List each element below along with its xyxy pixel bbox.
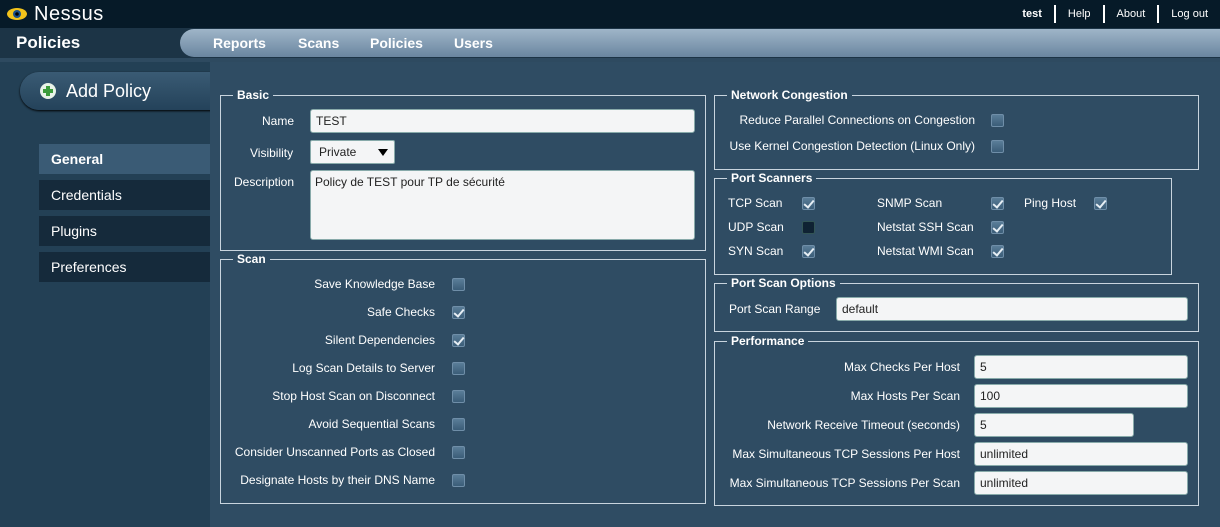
- sidebar-item-preferences[interactable]: Preferences: [39, 252, 210, 282]
- max-tcp-host-label: Max Simultaneous TCP Sessions Per Host: [732, 447, 960, 461]
- sidebar-item-credentials[interactable]: Credentials: [39, 180, 210, 210]
- sidebar-item-plugins[interactable]: Plugins: [39, 216, 210, 246]
- visibility-label: Visibility: [250, 146, 294, 160]
- performance-legend: Performance: [731, 334, 805, 348]
- tcp-scan-checkbox[interactable]: [802, 197, 815, 210]
- network-congestion-legend: Network Congestion: [731, 88, 848, 102]
- port-scan-options-legend: Port Scan Options: [731, 276, 836, 290]
- left-panel: [0, 62, 210, 527]
- section-title: Policies: [16, 33, 81, 52]
- main-content: Basic Name Visibility Private Descriptio…: [210, 62, 1220, 527]
- syn-scan-checkbox[interactable]: [802, 245, 815, 258]
- max-hosts-input[interactable]: [974, 384, 1188, 408]
- ping-host-checkbox[interactable]: [1094, 197, 1107, 210]
- name-input[interactable]: [310, 109, 695, 133]
- safe-checks-label: Safe Checks: [366, 305, 435, 319]
- reduce-parallel-label: Reduce Parallel Connections on Congestio…: [739, 113, 975, 127]
- log-scan-details-label: Log Scan Details to Server: [292, 361, 435, 375]
- network-congestion-section: Network Congestion: [714, 88, 1199, 170]
- name-label: Name: [262, 114, 295, 128]
- netstat-wmi-label: Netstat WMI Scan: [877, 244, 974, 258]
- nav-item-scans[interactable]: Scans: [298, 29, 339, 57]
- sidebar-item-general[interactable]: General: [39, 144, 210, 174]
- syn-scan-label: SYN Scan: [728, 244, 784, 258]
- top-links: test Help About Log out: [1010, 0, 1220, 28]
- max-checks-input[interactable]: [974, 355, 1188, 379]
- silent-dependencies-label: Silent Dependencies: [324, 333, 435, 347]
- save-knowledge-base-label: Save Knowledge Base: [314, 277, 435, 291]
- avoid-sequential-scans-checkbox[interactable]: [452, 418, 465, 431]
- max-tcp-host-input[interactable]: [974, 442, 1188, 466]
- save-knowledge-base-checkbox[interactable]: [452, 278, 465, 291]
- designate-hosts-dns-checkbox[interactable]: [452, 474, 465, 487]
- network-timeout-label: Network Receive Timeout (seconds): [767, 418, 960, 432]
- nessus-logo[interactable]: Nessus: [6, 3, 104, 25]
- description-label: Description: [234, 175, 295, 189]
- nav-bar: Policies Reports Scans Policies Users: [0, 28, 1220, 58]
- netstat-ssh-checkbox[interactable]: [991, 221, 1004, 234]
- logout-link[interactable]: Log out: [1157, 5, 1220, 23]
- snmp-scan-checkbox[interactable]: [991, 197, 1004, 210]
- snmp-scan-label: SNMP Scan: [877, 196, 943, 210]
- visibility-value: Private: [319, 145, 357, 159]
- network-timeout-input[interactable]: [974, 413, 1134, 437]
- udp-scan-checkbox[interactable]: [802, 221, 815, 234]
- consider-unscanned-ports-checkbox[interactable]: [452, 446, 465, 459]
- user-link[interactable]: test: [1010, 5, 1054, 23]
- add-policy-title: Add Policy: [66, 81, 152, 101]
- about-link[interactable]: About: [1102, 5, 1158, 23]
- avoid-sequential-scans-label: Avoid Sequential Scans: [308, 417, 435, 431]
- eye-icon: [7, 8, 27, 20]
- description-textarea[interactable]: Policy de TEST pour TP de sécurité: [310, 170, 695, 240]
- nav-item-users[interactable]: Users: [454, 29, 493, 57]
- netstat-wmi-checkbox[interactable]: [991, 245, 1004, 258]
- add-policy-header: Add Policy: [20, 72, 220, 110]
- main-nav: Reports Scans Policies Users: [180, 29, 1220, 57]
- add-circle-icon: [40, 83, 56, 99]
- nav-item-reports[interactable]: Reports: [213, 29, 266, 57]
- port-scanners-legend: Port Scanners: [731, 171, 813, 185]
- stop-host-scan-checkbox[interactable]: [452, 390, 465, 403]
- max-tcp-scan-label: Max Simultaneous TCP Sessions Per Scan: [729, 476, 960, 490]
- ping-host-label: Ping Host: [1024, 196, 1077, 210]
- silent-dependencies-checkbox[interactable]: [452, 334, 465, 347]
- tcp-scan-label: TCP Scan: [728, 196, 783, 210]
- help-link[interactable]: Help: [1053, 5, 1103, 23]
- designate-hosts-dns-label: Designate Hosts by their DNS Name: [240, 473, 435, 487]
- max-hosts-label: Max Hosts Per Scan: [850, 389, 960, 403]
- stop-host-scan-label: Stop Host Scan on Disconnect: [272, 389, 435, 403]
- nav-item-policies[interactable]: Policies: [370, 29, 423, 57]
- port-scan-range-label: Port Scan Range: [729, 302, 821, 316]
- top-bar: Nessus test Help About Log out: [0, 0, 1220, 28]
- udp-scan-label: UDP Scan: [728, 220, 784, 234]
- netstat-ssh-label: Netstat SSH Scan: [877, 220, 974, 234]
- log-scan-details-checkbox[interactable]: [452, 362, 465, 375]
- basic-legend: Basic: [237, 88, 270, 102]
- max-tcp-scan-input[interactable]: [974, 471, 1188, 495]
- max-checks-label: Max Checks Per Host: [843, 360, 960, 374]
- consider-unscanned-ports-label: Consider Unscanned Ports as Closed: [234, 445, 435, 459]
- safe-checks-checkbox[interactable]: [452, 306, 465, 319]
- dropdown-arrow-icon: [378, 149, 388, 156]
- port-scan-range-input[interactable]: [836, 297, 1188, 321]
- scan-legend: Scan: [237, 252, 266, 266]
- kernel-congestion-label: Use Kernel Congestion Detection (Linux O…: [729, 139, 975, 153]
- kernel-congestion-checkbox[interactable]: [991, 140, 1004, 153]
- reduce-parallel-checkbox[interactable]: [991, 114, 1004, 127]
- logo-text: Nessus: [34, 2, 104, 25]
- visibility-select[interactable]: Private: [310, 140, 395, 164]
